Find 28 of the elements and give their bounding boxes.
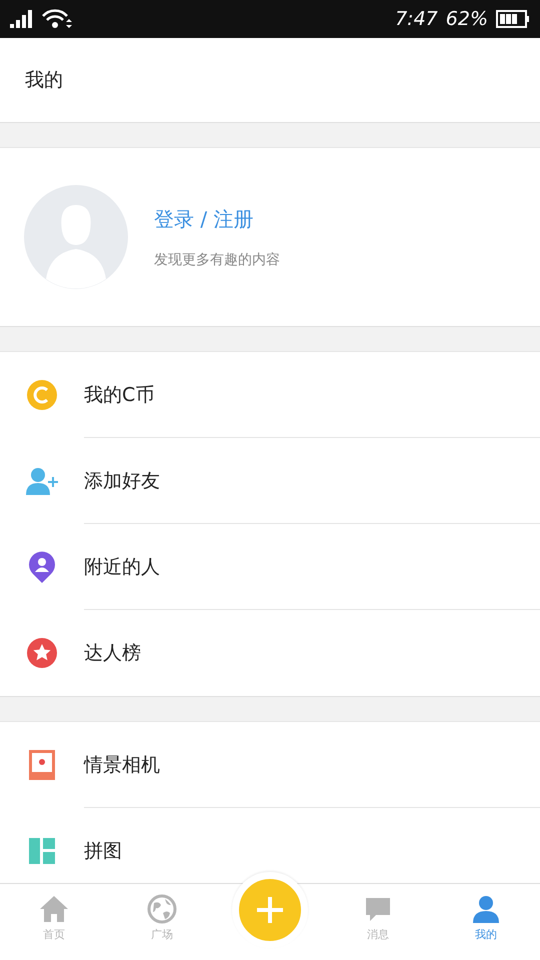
menu-item[interactable]: 拼图 [0,808,540,883]
clock-text: 7:47 [395,8,438,30]
plus-icon [255,895,285,925]
wifi-icon [42,9,72,29]
menu-item[interactable]: 情景相机 [0,722,540,808]
grid-icon [29,838,55,864]
menu-item[interactable]: 达人榜 [0,610,540,696]
menu-item[interactable]: 添加好友 [0,438,540,524]
menu-label: 我的C币 [84,352,540,438]
signal-icon [10,10,34,28]
menu-label: 拼图 [84,839,123,864]
menu-label: 附近的人 [84,524,540,610]
menu-label: 达人榜 [84,641,142,666]
page-title: 我的 [25,68,63,93]
frame-icon [29,750,55,780]
add-person-icon [26,467,58,495]
location-person-icon [28,551,56,583]
menu-label: 添加好友 [84,438,540,524]
menu-label: 情景相机 [84,722,540,808]
coin-icon [27,380,57,410]
globe-icon [147,894,177,924]
profile-subtitle: 发现更多有趣的内容 [154,250,280,268]
menu-item[interactable]: 附近的人 [0,524,540,610]
person-icon [471,894,501,924]
battery-text: 62% [446,8,488,30]
battery-icon [496,10,530,28]
menu-item[interactable]: 我的C币 [0,352,540,438]
home-icon [39,894,69,924]
